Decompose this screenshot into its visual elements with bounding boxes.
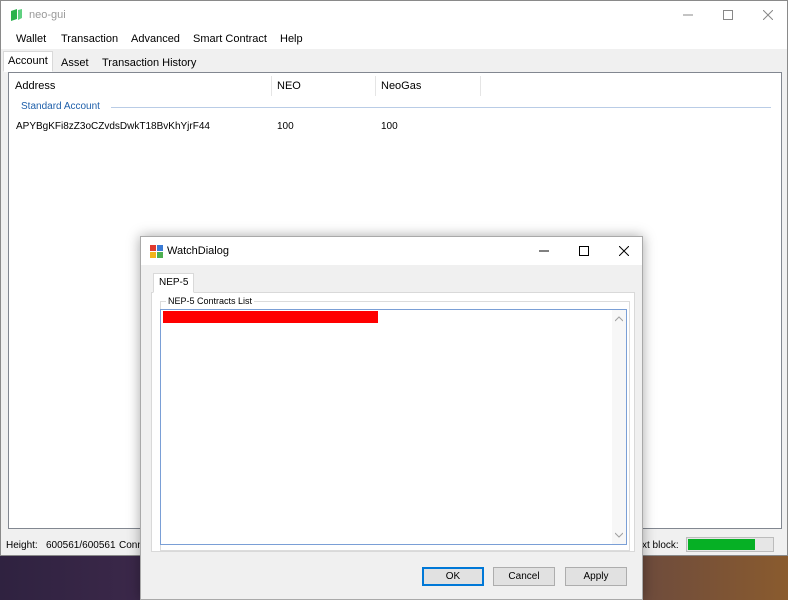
height-value: 600561/600561: [46, 540, 116, 551]
menu-bar: Wallet Transaction Advanced Smart Contra…: [1, 29, 787, 49]
sync-progress-bar: [686, 537, 774, 552]
nep5-contracts-list[interactable]: [160, 309, 627, 545]
cell-neo[interactable]: 100: [277, 121, 294, 132]
dialog-app-icon: [150, 245, 163, 258]
watch-dialog: WatchDialog NEP-5 NEP-5 Contracts List O…: [140, 236, 643, 600]
menu-transaction[interactable]: Transaction: [61, 33, 118, 45]
menu-smart-contract[interactable]: Smart Contract: [193, 33, 267, 45]
tab-transaction-history[interactable]: Transaction History: [97, 53, 202, 72]
nep5-tab-page: NEP-5 Contracts List: [151, 292, 635, 552]
dialog-maximize-button[interactable]: [564, 237, 604, 265]
main-tabs: Account Asset Transaction History: [1, 51, 787, 72]
neo-logo-icon: [11, 9, 22, 21]
menu-help[interactable]: Help: [280, 33, 303, 45]
height-label: Height:: [6, 540, 38, 551]
cell-address[interactable]: APYBgKFi8zZ3oCZvdsDwkT18BvKhYjrF44: [16, 121, 210, 132]
vertical-scrollbar[interactable]: [612, 310, 626, 544]
title-bar: neo-gui: [1, 1, 787, 29]
tab-account[interactable]: Account: [3, 51, 53, 72]
dialog-minimize-button[interactable]: [524, 237, 564, 265]
maximize-icon: [723, 10, 733, 20]
minimize-icon: [683, 14, 693, 16]
dialog-close-button[interactable]: [604, 237, 644, 265]
column-divider[interactable]: [480, 76, 481, 96]
close-button[interactable]: [747, 1, 787, 29]
menu-advanced[interactable]: Advanced: [131, 33, 180, 45]
column-header-address[interactable]: Address: [9, 73, 55, 98]
maximize-icon: [579, 246, 589, 256]
apply-button[interactable]: Apply: [565, 567, 627, 586]
selected-contract-item[interactable]: [163, 311, 378, 323]
column-header-neogas[interactable]: NeoGas: [375, 73, 421, 98]
close-icon: [619, 246, 629, 256]
dialog-title-bar: WatchDialog: [141, 237, 642, 265]
maximize-button[interactable]: [707, 1, 749, 29]
window-title: neo-gui: [29, 9, 66, 21]
tab-nep5[interactable]: NEP-5: [153, 273, 195, 293]
menu-wallet[interactable]: Wallet: [16, 33, 46, 45]
nep5-contracts-label: NEP-5 Contracts List: [166, 296, 255, 306]
scroll-down-icon[interactable]: [615, 532, 623, 538]
cell-neogas[interactable]: 100: [381, 121, 398, 132]
minimize-icon: [539, 250, 549, 252]
group-header-standard-account[interactable]: Standard Account: [21, 101, 100, 112]
close-icon: [763, 10, 773, 20]
cancel-button[interactable]: Cancel: [493, 567, 555, 586]
scroll-up-icon[interactable]: [615, 316, 623, 322]
tab-asset[interactable]: Asset: [56, 53, 94, 72]
ok-button[interactable]: OK: [422, 567, 484, 586]
group-divider: [111, 107, 771, 108]
sync-progress-fill: [688, 539, 755, 550]
minimize-button[interactable]: [667, 1, 709, 29]
column-header-neo[interactable]: NEO: [271, 73, 301, 98]
next-block-label: xt block:: [642, 540, 679, 551]
dialog-title: WatchDialog: [167, 245, 229, 257]
